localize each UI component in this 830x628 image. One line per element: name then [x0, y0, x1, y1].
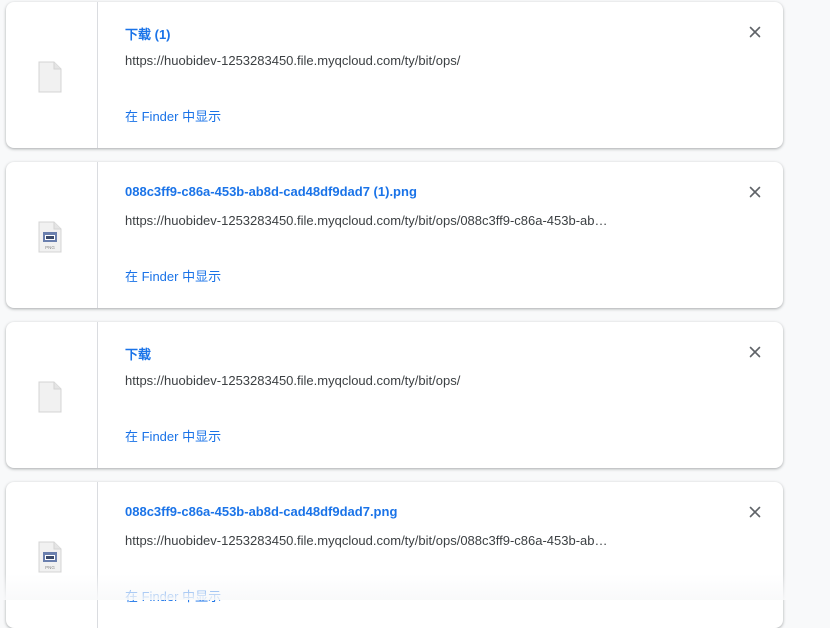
file-icon-column	[6, 2, 98, 148]
file-name-link[interactable]: 088c3ff9-c86a-453b-ab8d-cad48df9dad7 (1)…	[125, 184, 417, 199]
source-url: https://huobidev-1253283450.file.myqclou…	[125, 373, 461, 388]
download-item: 下载 https://huobidev-1253283450.file.myqc…	[6, 322, 783, 468]
file-name-link[interactable]: 下载 (1)	[125, 24, 171, 43]
download-item: PNG 088c3ff9-c86a-453b-ab8d-cad48df9dad7…	[6, 482, 783, 628]
download-details: 下载 https://huobidev-1253283450.file.myqc…	[125, 322, 723, 468]
download-details: 088c3ff9-c86a-453b-ab8d-cad48df9dad7 (1)…	[125, 162, 723, 308]
download-item: PNG 088c3ff9-c86a-453b-ab8d-cad48df9dad7…	[6, 162, 783, 308]
remove-button[interactable]	[743, 500, 767, 524]
generic-file-icon	[38, 61, 62, 93]
show-in-finder-link[interactable]: 在 Finder 中显示	[125, 266, 221, 285]
show-in-finder-link[interactable]: 在 Finder 中显示	[125, 426, 221, 445]
close-icon	[749, 346, 761, 358]
png-label: PNG	[45, 245, 55, 250]
remove-button[interactable]	[743, 20, 767, 44]
file-icon-column	[6, 322, 98, 468]
source-url: https://huobidev-1253283450.file.myqclou…	[125, 213, 608, 228]
remove-button[interactable]	[743, 340, 767, 364]
remove-button[interactable]	[743, 180, 767, 204]
file-icon-column: PNG	[6, 162, 98, 308]
download-details: 088c3ff9-c86a-453b-ab8d-cad48df9dad7.png…	[125, 482, 723, 628]
png-label: PNG	[45, 565, 55, 570]
close-icon	[749, 506, 761, 518]
file-icon-column: PNG	[6, 482, 98, 628]
download-list: 下载 (1) https://huobidev-1253283450.file.…	[0, 0, 830, 628]
source-url: https://huobidev-1253283450.file.myqclou…	[125, 53, 461, 68]
png-file-icon: PNG	[38, 541, 62, 573]
close-icon	[749, 186, 761, 198]
file-name-link[interactable]: 088c3ff9-c86a-453b-ab8d-cad48df9dad7.png	[125, 504, 397, 519]
generic-file-icon	[38, 381, 62, 413]
show-in-finder-link[interactable]: 在 Finder 中显示	[125, 106, 221, 125]
download-details: 下载 (1) https://huobidev-1253283450.file.…	[125, 2, 723, 148]
file-name-link[interactable]: 下载	[125, 344, 151, 363]
source-url: https://huobidev-1253283450.file.myqclou…	[125, 533, 608, 548]
download-item: 下载 (1) https://huobidev-1253283450.file.…	[6, 2, 783, 148]
png-file-icon: PNG	[38, 221, 62, 253]
close-icon	[749, 26, 761, 38]
show-in-finder-link[interactable]: 在 Finder 中显示	[125, 586, 221, 605]
